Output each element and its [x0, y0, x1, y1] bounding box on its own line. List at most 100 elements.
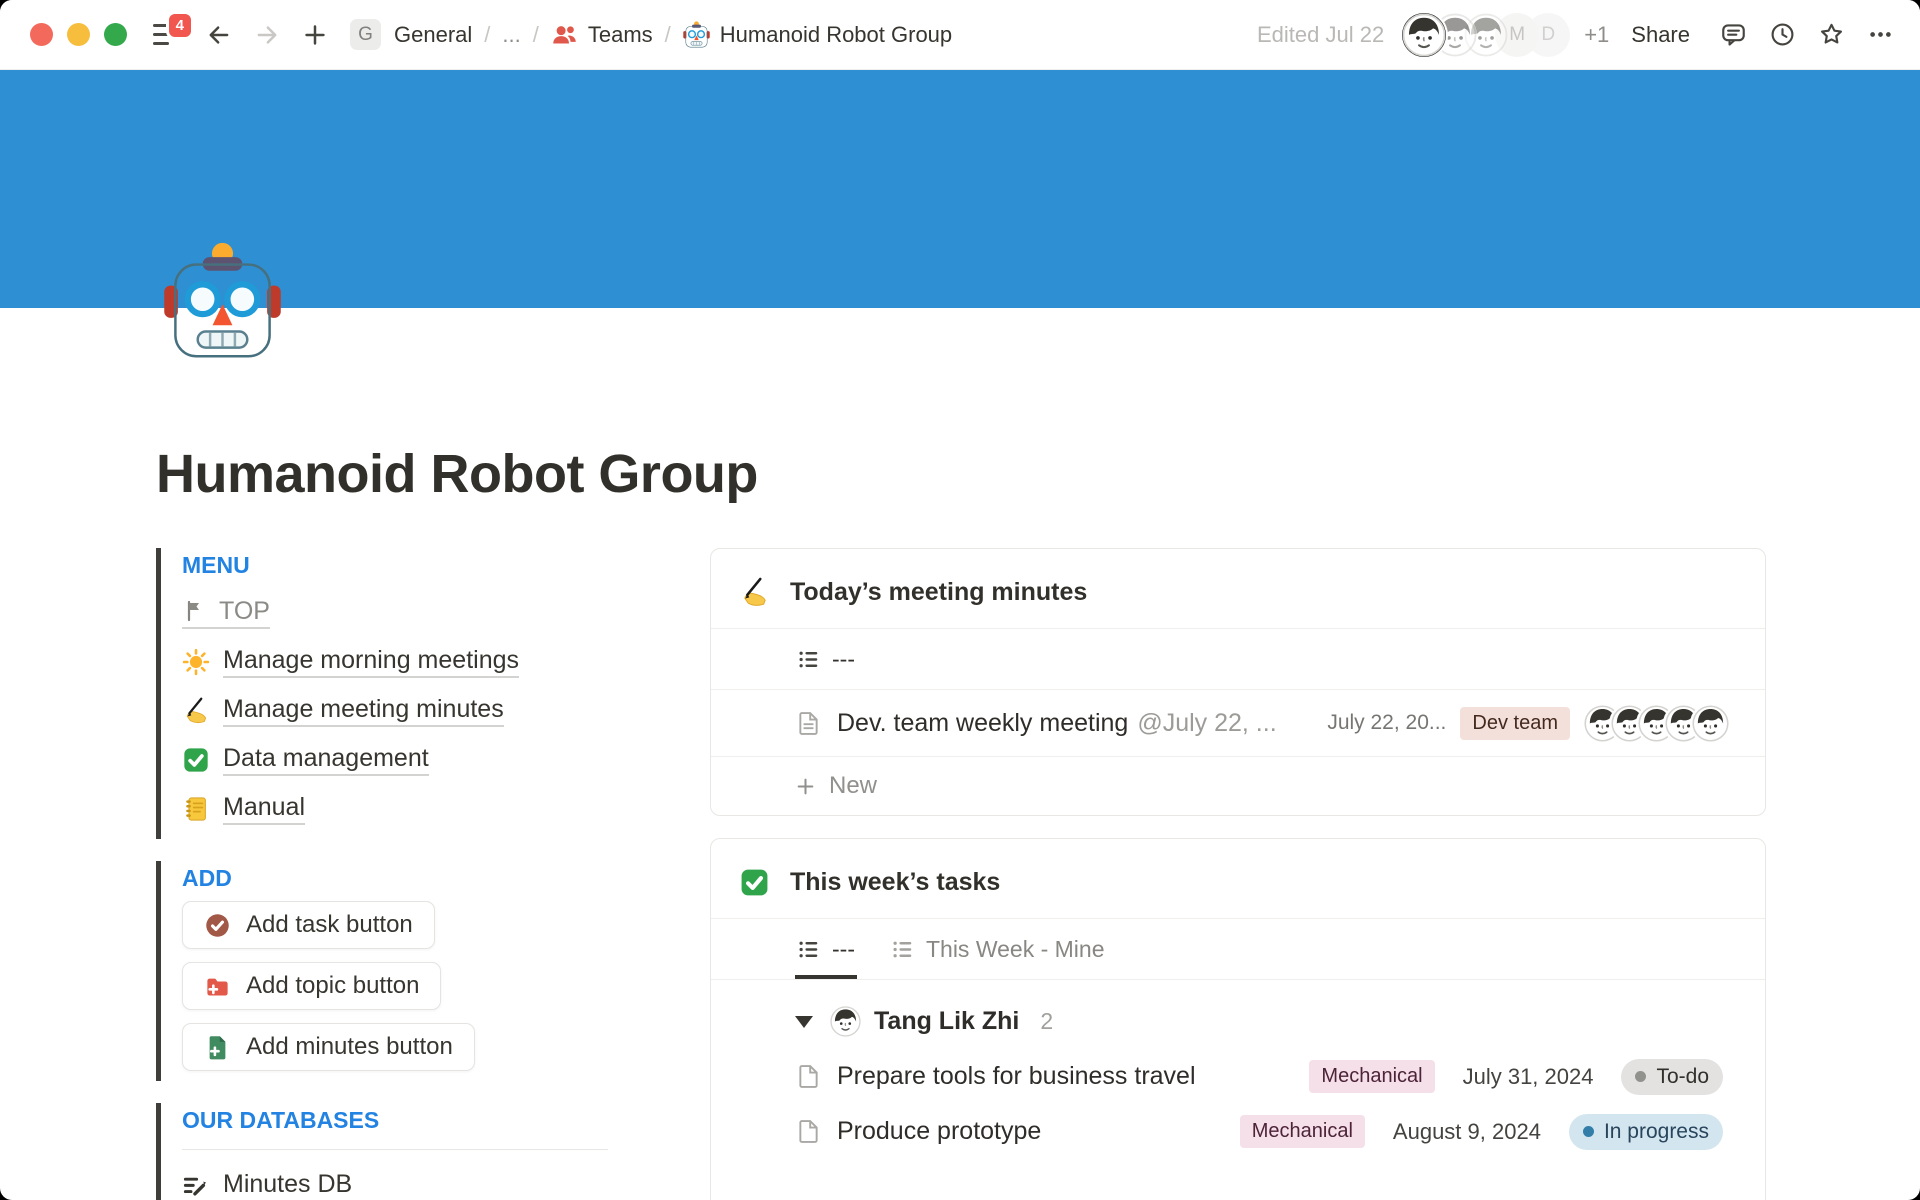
team-tag[interactable]: Dev team	[1460, 707, 1570, 740]
sidebar-toggle-button[interactable]: 4	[153, 24, 180, 46]
page-icon	[795, 1118, 822, 1145]
card-header: Today’s meeting minutes	[711, 549, 1765, 628]
new-row-label: New	[829, 772, 877, 800]
task-row[interactable]: Produce prototype Mechanical August 9, 2…	[711, 1104, 1765, 1159]
minutes-row-date[interactable]: July 22, 20...	[1327, 711, 1446, 735]
collaborator-avatars[interactable]: M D	[1402, 13, 1570, 57]
flag-icon	[182, 599, 206, 623]
last-edited-label: Edited Jul 22	[1257, 22, 1384, 48]
workspace-badge[interactable]: G	[350, 19, 381, 50]
add-topic-button[interactable]: Add topic button	[182, 962, 441, 1010]
attendee-avatars[interactable]	[1584, 705, 1729, 742]
history-clock-icon[interactable]	[1769, 21, 1796, 48]
topic-folder-icon	[204, 973, 231, 1000]
add-section: ADD Add task button Add topic button	[156, 861, 622, 1081]
avatar-letter-d[interactable]: D	[1526, 13, 1570, 57]
add-task-button[interactable]: Add task button	[182, 901, 435, 949]
menu-section: MENU TOP Manage morning meetings Manage	[156, 548, 622, 839]
breadcrumb-teams-label: Teams	[588, 22, 653, 48]
menu-link-label: Manage morning meetings	[223, 646, 519, 678]
category-tag[interactable]: Mechanical	[1309, 1060, 1434, 1093]
writing-hand-icon	[739, 577, 770, 608]
card-title: This week’s tasks	[790, 868, 1000, 897]
bulleted-list-icon	[797, 938, 820, 961]
database-view-tabs: ---	[711, 629, 1765, 689]
breadcrumb-separator: /	[484, 22, 490, 48]
menu-link-morning-meetings[interactable]: Manage morning meetings	[182, 637, 622, 686]
task-row[interactable]: Prepare tools for business travel Mechan…	[711, 1049, 1765, 1104]
right-column: Today’s meeting minutes --- Dev. team we…	[710, 548, 1766, 1200]
page-body: Humanoid Robot Group MENU TOP Manage mor…	[0, 442, 1920, 1200]
task-title: Produce prototype	[837, 1117, 1041, 1146]
view-tab-label: This Week - Mine	[926, 936, 1105, 963]
plus-icon	[795, 776, 816, 797]
fullscreen-window-button[interactable]	[104, 23, 127, 46]
minutes-row[interactable]: Dev. team weekly meeting @July 22, ... J…	[711, 690, 1765, 756]
green-check-icon	[739, 867, 770, 898]
status-dot-icon	[1583, 1126, 1594, 1137]
status-badge[interactable]: In progress	[1569, 1114, 1723, 1150]
menu-link-meeting-minutes[interactable]: Manage meeting minutes	[182, 686, 622, 735]
breadcrumb-teams[interactable]: Teams	[551, 21, 653, 48]
minimize-window-button[interactable]	[67, 23, 90, 46]
avatar-overflow-count[interactable]: +1	[1584, 22, 1609, 48]
database-link-minutes-db[interactable]: Minutes DB	[182, 1170, 622, 1200]
new-row-button[interactable]: New	[711, 757, 1765, 815]
new-tab-button[interactable]	[302, 22, 328, 48]
minutes-row-date-mention: @July 22, ...	[1137, 709, 1276, 738]
avatar	[830, 1006, 861, 1037]
menu-link-label: TOP	[219, 597, 270, 626]
avatar[interactable]	[1402, 13, 1446, 57]
menu-link-data-management[interactable]: Data management	[182, 735, 622, 784]
breadcrumb-ellipsis[interactable]: ...	[502, 22, 520, 48]
page-icon-robot[interactable]	[163, 241, 282, 360]
due-date[interactable]: July 31, 2024	[1463, 1064, 1594, 1090]
divider	[182, 1149, 608, 1150]
status-dot-icon	[1635, 1071, 1646, 1082]
menu-link-label: Data management	[223, 744, 429, 776]
category-tag[interactable]: Mechanical	[1240, 1115, 1365, 1148]
menu-heading: MENU	[182, 550, 622, 580]
robot-emoji-icon	[683, 21, 710, 48]
notion-window: 4 G General / ... / Teams / Humanoid Rob…	[0, 0, 1920, 1200]
window-titlebar: 4 G General / ... / Teams / Humanoid Rob…	[0, 0, 1920, 70]
weekly-tasks-card: This week’s tasks --- This Week - Mine	[710, 838, 1766, 1200]
notification-badge: 4	[166, 11, 194, 40]
minutes-row-title: Dev. team weekly meeting	[837, 709, 1128, 738]
status-label: To-do	[1656, 1065, 1709, 1089]
comments-icon[interactable]	[1720, 21, 1747, 48]
menu-link-top[interactable]: TOP	[182, 588, 622, 637]
left-column: MENU TOP Manage morning meetings Manage	[156, 548, 622, 1200]
add-minutes-button[interactable]: Add minutes button	[182, 1023, 475, 1071]
breadcrumb-general[interactable]: General	[394, 22, 472, 48]
favorite-star-icon[interactable]	[1818, 21, 1845, 48]
breadcrumb-page-label: Humanoid Robot Group	[720, 22, 952, 48]
breadcrumb: General / ... / Teams / Humanoid Robot G…	[394, 21, 952, 48]
collapse-triangle-icon[interactable]	[795, 1016, 813, 1028]
view-tab-default[interactable]: ---	[797, 919, 855, 979]
due-date[interactable]: August 9, 2024	[1393, 1119, 1541, 1145]
breadcrumb-current-page[interactable]: Humanoid Robot Group	[683, 21, 952, 48]
add-button-label: Add topic button	[246, 972, 419, 1000]
share-button[interactable]: Share	[1631, 22, 1690, 48]
breadcrumb-separator: /	[665, 22, 671, 48]
close-window-button[interactable]	[30, 23, 53, 46]
page-title[interactable]: Humanoid Robot Group	[156, 442, 1766, 506]
menu-link-manual[interactable]: Manual	[182, 784, 622, 833]
forward-button[interactable]	[254, 22, 280, 48]
view-tab-default[interactable]: ---	[797, 629, 855, 689]
back-button[interactable]	[206, 22, 232, 48]
menu-link-label: Manual	[223, 793, 305, 825]
add-button-label: Add task button	[246, 911, 413, 939]
add-button-label: Add minutes button	[246, 1033, 453, 1061]
task-check-icon	[204, 912, 231, 939]
more-options-icon[interactable]	[1867, 21, 1894, 48]
status-badge[interactable]: To-do	[1621, 1059, 1723, 1095]
page-cover	[0, 70, 1920, 308]
task-group-header[interactable]: Tang Lik Zhi 2	[711, 980, 1765, 1049]
ledger-icon	[182, 795, 210, 823]
bulleted-list-icon	[891, 938, 914, 961]
sun-icon	[182, 648, 210, 676]
view-tab-this-week-mine[interactable]: This Week - Mine	[891, 919, 1105, 979]
page-icon	[795, 1063, 822, 1090]
